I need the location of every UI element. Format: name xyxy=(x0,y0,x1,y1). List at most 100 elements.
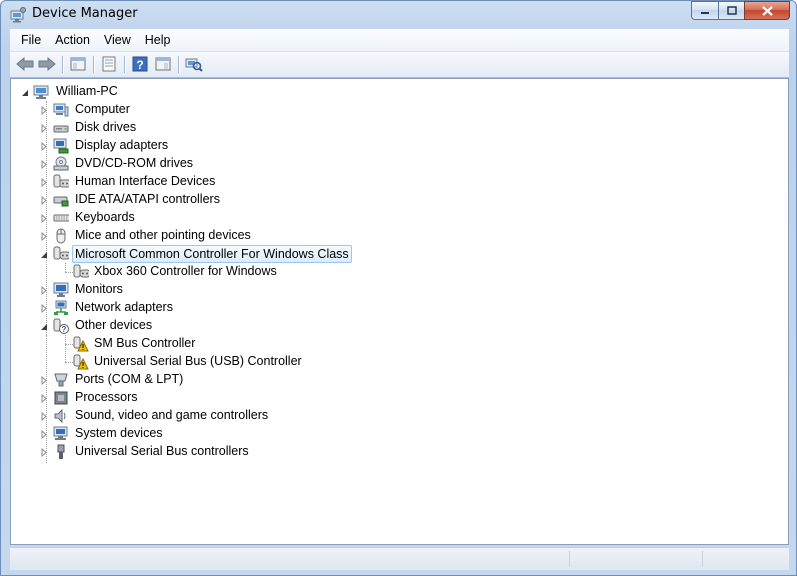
processor-icon xyxy=(53,390,69,406)
scan-hardware-icon xyxy=(185,58,203,72)
computer-root-icon xyxy=(33,84,49,100)
ide-controller-icon xyxy=(53,192,69,208)
tree-item-microsoft-common-controller[interactable]: Microsoft Common Controller For Windows … xyxy=(72,245,352,263)
expand-collapse-toggle[interactable] xyxy=(39,142,48,151)
close-button[interactable] xyxy=(744,1,790,20)
caption-buttons xyxy=(691,1,790,20)
tree-item-ide-ata-atapi-controllers[interactable]: IDE ATA/ATAPI controllers xyxy=(73,190,222,208)
svg-text:?: ? xyxy=(62,325,67,334)
expand-collapse-toggle[interactable] xyxy=(39,304,48,313)
show-hide-console-tree-icon xyxy=(70,57,86,71)
mouse-icon xyxy=(53,228,69,244)
sound-icon xyxy=(53,408,69,424)
minimize-icon xyxy=(701,11,709,14)
tree-connector xyxy=(65,344,73,345)
dvd-drive-icon xyxy=(53,156,69,172)
tree-item-usb-controllers[interactable]: Universal Serial Bus controllers xyxy=(73,442,251,460)
tree-connector xyxy=(65,362,73,363)
action-pane-icon xyxy=(155,57,171,71)
tree-item-monitors[interactable]: Monitors xyxy=(73,280,125,298)
toolbar: ? xyxy=(10,52,789,78)
tree-item-system-devices[interactable]: System devices xyxy=(73,424,165,442)
toolbar-separator xyxy=(178,56,180,73)
tree-item-computer[interactable]: Computer xyxy=(73,100,132,118)
tree-item-sound-video-game[interactable]: Sound, video and game controllers xyxy=(73,406,270,424)
device-tree[interactable]: William-PC Computer Disk drives Display … xyxy=(10,78,789,545)
back-button[interactable] xyxy=(15,55,35,73)
expand-collapse-toggle[interactable] xyxy=(39,322,48,331)
maximize-button[interactable] xyxy=(718,1,744,20)
hid-icon xyxy=(53,174,69,190)
maximize-icon xyxy=(726,6,737,15)
tree-item-network-adapters[interactable]: Network adapters xyxy=(73,298,175,316)
game-controller-icon xyxy=(53,246,69,262)
scan-hardware-button[interactable] xyxy=(184,55,204,73)
expand-collapse-toggle[interactable] xyxy=(39,178,48,187)
expand-collapse-toggle[interactable] xyxy=(39,160,48,169)
status-cell xyxy=(702,551,789,567)
menu-file[interactable]: File xyxy=(10,29,48,51)
tree-item-ports[interactable]: Ports (COM & LPT) xyxy=(73,370,185,388)
close-icon xyxy=(761,5,773,16)
expand-collapse-toggle[interactable] xyxy=(20,88,29,97)
expand-collapse-toggle[interactable] xyxy=(39,106,48,115)
device-manager-app-icon[interactable] xyxy=(9,6,27,24)
expand-collapse-toggle[interactable] xyxy=(39,124,48,133)
keyboard-icon xyxy=(53,210,69,226)
tree-item-root[interactable]: William-PC xyxy=(54,82,120,100)
title-bar[interactable]: Device Manager xyxy=(1,1,797,29)
tree-item-keyboards[interactable]: Keyboards xyxy=(73,208,137,226)
menu-bar: File Action View Help xyxy=(10,29,789,52)
back-icon xyxy=(16,57,34,71)
tree-connector xyxy=(65,263,66,272)
menu-view[interactable]: View xyxy=(97,29,138,51)
monitor-icon xyxy=(53,282,69,298)
expand-collapse-toggle[interactable] xyxy=(39,430,48,439)
action-pane-button[interactable] xyxy=(153,55,173,73)
window-title: Device Manager xyxy=(32,6,138,21)
tree-item-usb-controller[interactable]: Universal Serial Bus (USB) Controller xyxy=(92,352,304,370)
tree-item-display-adapters[interactable]: Display adapters xyxy=(73,136,170,154)
tree-item-mice[interactable]: Mice and other pointing devices xyxy=(73,226,253,244)
tree-connector xyxy=(65,335,66,362)
device-manager-window: Device Manager File Action View Help ? W… xyxy=(0,0,797,576)
toolbar-separator xyxy=(124,56,126,73)
expand-collapse-toggle[interactable] xyxy=(39,214,48,223)
display-adapter-icon xyxy=(53,138,69,154)
forward-icon xyxy=(38,57,56,71)
status-cell xyxy=(569,551,700,567)
expand-collapse-toggle[interactable] xyxy=(39,394,48,403)
expand-collapse-toggle[interactable] xyxy=(39,286,48,295)
help-button[interactable]: ? xyxy=(130,55,150,73)
expand-collapse-toggle[interactable] xyxy=(39,376,48,385)
menu-action[interactable]: Action xyxy=(48,29,97,51)
computer-icon xyxy=(53,102,69,118)
unknown-device-icon: ? xyxy=(53,318,69,334)
expand-collapse-toggle[interactable] xyxy=(39,412,48,421)
menu-help[interactable]: Help xyxy=(138,29,178,51)
properties-icon xyxy=(102,56,116,72)
tree-item-other-devices[interactable]: Other devices xyxy=(73,316,154,334)
expand-collapse-toggle[interactable] xyxy=(39,232,48,241)
tree-connector xyxy=(65,272,73,273)
tree-item-xbox-360-controller[interactable]: Xbox 360 Controller for Windows xyxy=(92,262,279,280)
tree-item-processors[interactable]: Processors xyxy=(73,388,140,406)
usb-icon xyxy=(53,444,69,460)
tree-connector xyxy=(46,335,47,336)
tree-item-dvd-cd-rom-drives[interactable]: DVD/CD-ROM drives xyxy=(73,154,195,172)
tree-item-sm-bus-controller[interactable]: SM Bus Controller xyxy=(92,334,197,352)
expand-collapse-toggle[interactable] xyxy=(39,448,48,457)
show-hide-console-tree-button[interactable] xyxy=(68,55,88,73)
tree-item-disk-drives[interactable]: Disk drives xyxy=(73,118,138,136)
tree-item-human-interface-devices[interactable]: Human Interface Devices xyxy=(73,172,217,190)
toolbar-separator xyxy=(62,56,64,73)
game-controller-icon xyxy=(73,264,89,280)
port-icon xyxy=(53,372,69,388)
expand-collapse-toggle[interactable] xyxy=(39,196,48,205)
forward-button[interactable] xyxy=(37,55,57,73)
disk-drive-icon xyxy=(53,120,69,136)
minimize-button[interactable] xyxy=(691,1,718,20)
properties-button[interactable] xyxy=(99,55,119,73)
network-adapter-icon xyxy=(53,300,69,316)
expand-collapse-toggle[interactable] xyxy=(39,250,48,259)
